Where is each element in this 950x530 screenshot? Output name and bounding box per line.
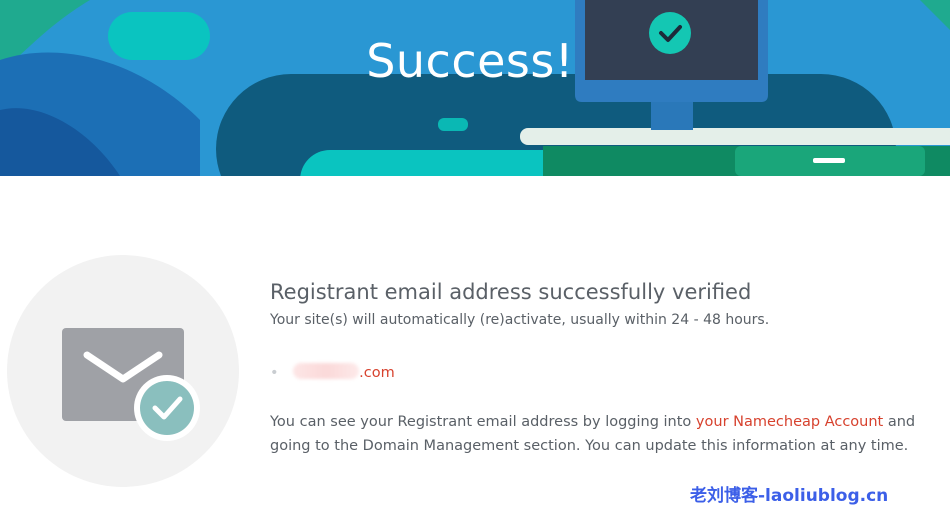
hero-illustration: [0, 0, 950, 176]
check-icon: [140, 381, 194, 435]
domain-list-item: • .com: [270, 363, 395, 381]
verification-headline: Registrant email address successfully ve…: [270, 280, 752, 304]
domain-suffix: .com: [359, 365, 395, 381]
email-verified-illustration: [7, 255, 239, 487]
info-text-start: You can see your Registrant email addres…: [270, 414, 696, 430]
info-paragraph: You can see your Registrant email addres…: [270, 410, 930, 458]
watermark: 老刘博客-laoliublog.cn: [690, 486, 889, 506]
redacted-domain-name: [293, 363, 360, 379]
namecheap-account-link[interactable]: your Namecheap Account: [696, 414, 883, 430]
activation-note: Your site(s) will automatically (re)acti…: [270, 312, 770, 328]
page-title: Success!: [366, 34, 574, 88]
bullet-dot: •: [270, 365, 279, 381]
verification-message: Registrant email address successfully ve…: [270, 280, 930, 454]
hero-banner: Success!: [0, 0, 950, 176]
